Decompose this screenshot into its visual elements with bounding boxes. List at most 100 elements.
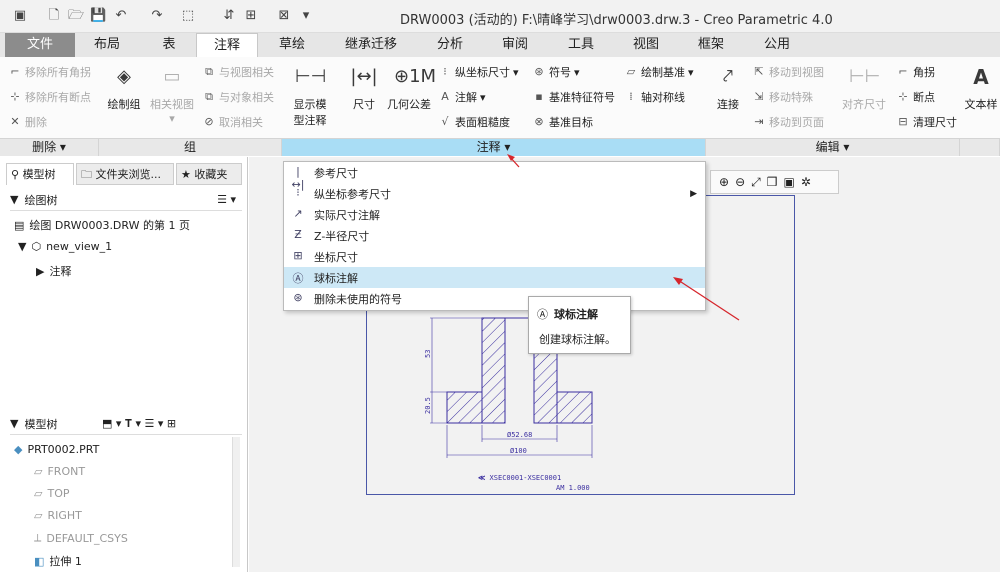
tab-legacy-migration[interactable]: 继承迁移: [326, 33, 416, 57]
tab-analysis[interactable]: 分析: [420, 33, 480, 57]
tree-options-icon[interactable]: ☰ ▾: [217, 193, 236, 206]
actual-dim-icon: ↗: [293, 207, 303, 220]
draw-group-button[interactable]: ◈ 绘制组: [104, 62, 144, 112]
close-window-icon[interactable]: ⊠: [276, 8, 292, 24]
tab-file[interactable]: 文件: [5, 33, 75, 57]
menu-item-z-radius-dim[interactable]: Ƶ Z-半径尺寸: [284, 225, 705, 246]
group-group-bar[interactable]: 组: [99, 138, 282, 156]
tab-view[interactable]: 视图: [616, 33, 676, 57]
tree-item-extrude[interactable]: ◧ 拉伸 1: [34, 553, 82, 569]
delete-button[interactable]: ✕ 删除: [8, 114, 47, 130]
breakpoint-button[interactable]: ⊹ 断点: [896, 89, 935, 105]
drawing-tree-header[interactable]: ▼ 绘图树 ☰ ▾: [10, 189, 242, 211]
dim-text-53[interactable]: 53: [424, 350, 432, 358]
tree-item-annotations[interactable]: ▶ 注释: [36, 263, 71, 279]
section-note[interactable]: ≪ XSEC0001-XSEC0001: [478, 474, 561, 482]
move-to-view-button[interactable]: ⇱ 移动到视图: [752, 64, 824, 80]
remove-all-break-button[interactable]: ⊹ 移除所有断点: [8, 89, 91, 105]
save-icon[interactable]: 💾: [90, 8, 106, 24]
zoom-in-icon[interactable]: ⊕: [719, 175, 729, 189]
shading-icon[interactable]: ▣: [784, 175, 795, 189]
corner-icon: ⌐: [898, 65, 908, 78]
tab-table[interactable]: 表: [140, 33, 198, 57]
menu-item-ordinate-ref-dim[interactable]: ⁝ 纵坐标参考尺寸 ▶: [284, 183, 705, 204]
breakpoint-label: 断点: [913, 91, 935, 104]
clean-dim-button[interactable]: ⊟ 清理尺寸: [896, 114, 957, 130]
connect-button[interactable]: ⤤ 连接: [710, 62, 746, 112]
related-view-button[interactable]: ▭ 相关视图 ▾: [146, 62, 198, 125]
dim-text-d52[interactable]: Ø52.68: [507, 431, 532, 439]
datum-feature-symbol-label: 基准特征符号: [549, 91, 615, 104]
draw-datum-icon: ▱: [626, 65, 636, 78]
corner-button[interactable]: ⌐ 角拐: [896, 64, 935, 80]
regenerate-icon[interactable]: ⇵: [221, 8, 237, 24]
coordinate-dim-icon: ⊞: [293, 249, 303, 262]
menu-item-delete-unused-symbols[interactable]: ⊛ 删除未使用的符号: [284, 288, 705, 309]
annotation-label: 注解: [455, 91, 477, 104]
surface-finish-button[interactable]: √ 表面粗糙度: [438, 114, 510, 130]
panel-tab-model-tree[interactable]: ⚲ 模型树: [6, 163, 74, 185]
tab-sketch[interactable]: 草绘: [262, 33, 322, 57]
dim-text-20-5[interactable]: 20.5: [424, 397, 432, 414]
annotation-button[interactable]: A 注解 ▾: [438, 89, 485, 105]
tab-layout[interactable]: 布局: [77, 33, 137, 57]
dimension-button[interactable]: |↔| 尺寸: [346, 62, 382, 112]
customize-dropdown-icon[interactable]: ▾: [298, 8, 314, 24]
panel-tab-favorites[interactable]: ★ 收藏夹: [176, 163, 242, 185]
symbol-button[interactable]: ⊛ 符号 ▾: [532, 64, 579, 80]
group-edit-bar[interactable]: 编辑 ▾: [706, 138, 960, 156]
dim-text-d100[interactable]: Ø100: [510, 447, 527, 455]
group-delete-bar[interactable]: 删除 ▾: [0, 138, 99, 156]
align-dim-button[interactable]: ⊢⊢ 对齐尺寸: [838, 62, 890, 112]
group-annotation-bar[interactable]: 注释 ▾: [282, 138, 706, 156]
tree-item-front[interactable]: ▱ FRONT: [34, 465, 85, 478]
object-related-button[interactable]: ⧉ 与对象相关: [202, 89, 274, 105]
axis-symmetry-button[interactable]: ⁞ 轴对称线: [624, 89, 685, 105]
datum-display-icon[interactable]: ✲: [801, 175, 811, 189]
datum-target-button[interactable]: ⊗ 基准目标: [532, 114, 593, 130]
tab-common[interactable]: 公用: [746, 33, 808, 57]
move-to-view-label: 移动到视图: [769, 66, 824, 79]
model-tree-scrollbar[interactable]: [232, 437, 240, 567]
menu-item-coordinate-dim[interactable]: ⊞ 坐标尺寸: [284, 246, 705, 267]
windows-icon[interactable]: ⊞: [243, 8, 259, 24]
menu-item-balloon-note[interactable]: Ⓐ 球标注解: [284, 267, 705, 288]
redo-icon[interactable]: ↷: [149, 8, 165, 24]
model-tree-header[interactable]: ▼ 模型树 ⬒ ▾ 𝐓 ▾ ☰ ▾ ⊞: [10, 413, 242, 435]
tree-item-part[interactable]: ◆ PRT0002.PRT: [14, 443, 99, 456]
select-box-icon[interactable]: ⬚: [180, 8, 196, 24]
refit-icon[interactable]: ⤢: [751, 175, 761, 190]
ordinate-dim-button[interactable]: ⁝ 纵坐标尺寸 ▾: [438, 64, 518, 80]
zoom-out-icon[interactable]: ⊖: [735, 175, 745, 189]
panel-tab-folder-browser[interactable]: 🗀 文件夹浏览...: [76, 163, 174, 185]
tree-item-right[interactable]: ▱ RIGHT: [34, 509, 82, 522]
undo-icon[interactable]: ↶: [113, 8, 129, 24]
datum-feature-symbol-button[interactable]: ▪ 基准特征符号: [532, 89, 615, 105]
move-special-button[interactable]: ⇲ 移动特殊: [752, 89, 813, 105]
view-related-button[interactable]: ⧉ 与视图相关: [202, 64, 274, 80]
tree-item-sheet[interactable]: ▤ 绘图 DRW0003.DRW 的第 1 页: [14, 217, 190, 233]
move-to-page-button[interactable]: ⇥ 移动到页面: [752, 114, 824, 130]
menu-item-reference-dim[interactable]: |↔| 参考尺寸: [284, 162, 705, 191]
open-folder-icon[interactable]: 🗁: [68, 8, 84, 24]
show-model-annot-button[interactable]: ⊢⊣ 显示模型注释: [284, 62, 336, 128]
tab-review[interactable]: 审阅: [484, 33, 546, 57]
remove-all-angle-button[interactable]: ⌐ 移除所有角拐: [8, 64, 91, 80]
tab-frame[interactable]: 框架: [680, 33, 742, 57]
menu-item-actual-dim-note[interactable]: ↗ 实际尺寸注解: [284, 204, 705, 225]
model-settings-icon[interactable]: ⬒ ▾ 𝐓 ▾ ☰ ▾ ⊞: [102, 417, 176, 431]
display-style-icon[interactable]: ❒: [767, 175, 778, 189]
app-icon[interactable]: ▣: [12, 8, 28, 24]
new-file-icon[interactable]: 🗋: [46, 8, 62, 24]
geo-tol-button[interactable]: ⊕1M 几何公差: [385, 62, 436, 112]
tree-item-view[interactable]: ▼ ⬡ new_view_1: [18, 240, 112, 253]
tab-tools[interactable]: 工具: [550, 33, 612, 57]
tab-annotate[interactable]: 注释: [196, 33, 258, 58]
unrelate-button[interactable]: ⊘ 取消相关: [202, 114, 263, 130]
tree-item-top[interactable]: ▱ TOP: [34, 487, 69, 500]
text-style-button[interactable]: A 文本样: [962, 62, 1000, 112]
datum-target-label: 基准目标: [549, 116, 593, 129]
tree-item-csys[interactable]: ⟂ DEFAULT_CSYS: [34, 531, 128, 545]
surface-finish-label: 表面粗糙度: [455, 116, 510, 129]
draw-datum-button[interactable]: ▱ 绘制基准 ▾: [624, 64, 694, 80]
